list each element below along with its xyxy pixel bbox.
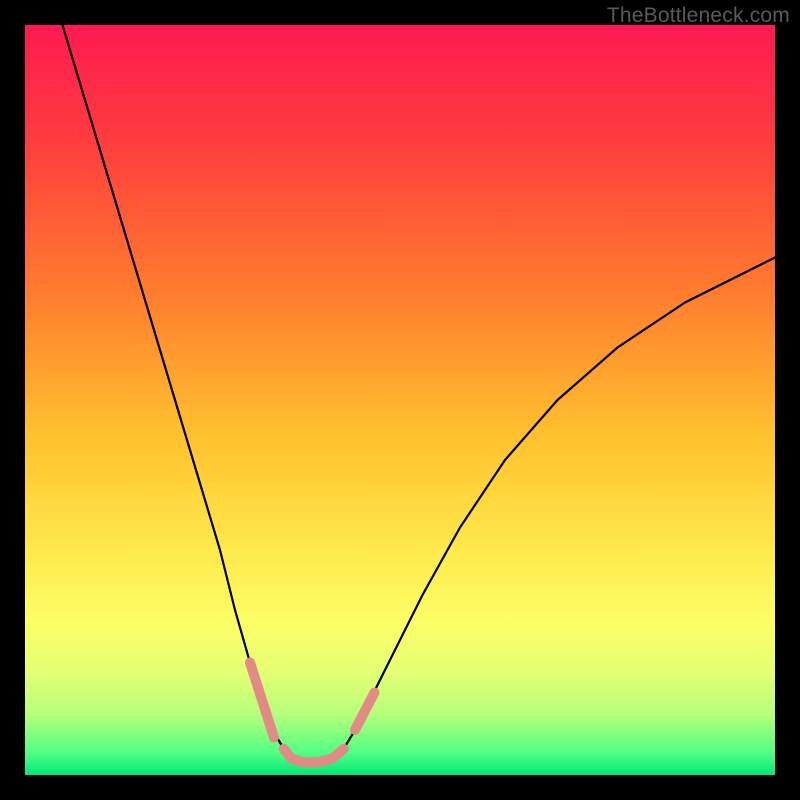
watermark-text: TheBottleneck.com	[607, 4, 790, 28]
chart-canvas	[25, 25, 775, 775]
chart-frame: TheBottleneck.com	[0, 0, 800, 800]
gradient-background	[25, 25, 775, 775]
plot-area	[25, 25, 775, 775]
